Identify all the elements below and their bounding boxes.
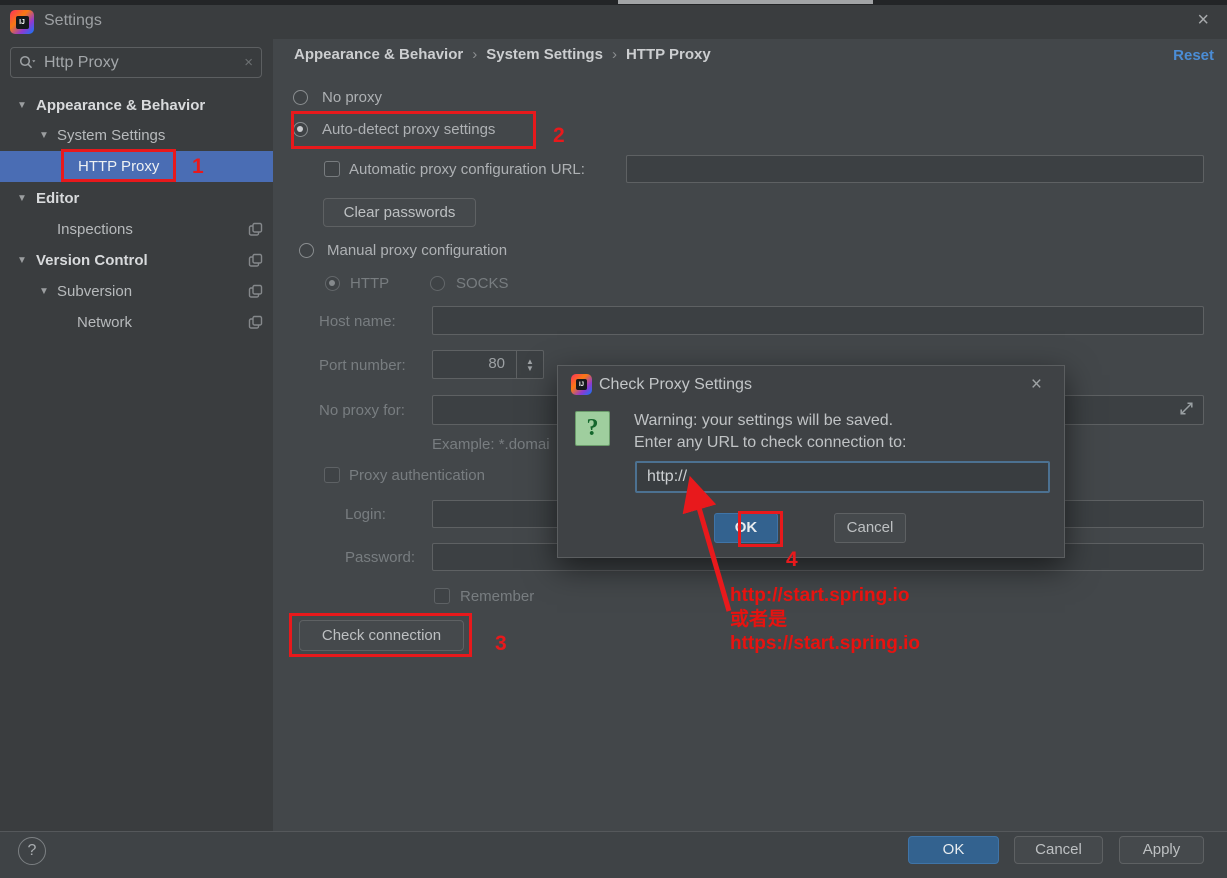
sidebar-item-label: HTTP Proxy — [78, 158, 160, 175]
settings-window: IJ Settings × Http Proxy × ▼ Appearance … — [0, 0, 1227, 878]
cancel-button[interactable]: Cancel — [1014, 836, 1103, 864]
dialog-close-icon[interactable]: × — [1031, 374, 1042, 396]
password-label: Password: — [345, 549, 416, 566]
breadcrumb-separator: › — [611, 46, 617, 63]
dialog-cancel-button[interactable]: Cancel — [834, 513, 906, 543]
window-title: Settings — [44, 12, 102, 29]
http-label: HTTP — [350, 275, 390, 292]
check-connection-button[interactable]: Check connection — [299, 620, 464, 651]
breadcrumb-http-proxy: HTTP Proxy — [625, 46, 711, 63]
proxy-auth-checkbox — [324, 467, 340, 483]
remember-checkbox — [434, 588, 450, 604]
annotation-step-2: 2 — [553, 124, 565, 147]
expand-field-icon[interactable] — [1178, 400, 1195, 417]
annotation-step-3: 3 — [495, 632, 507, 655]
annotation-note-line3: https://start.spring.io — [730, 633, 920, 654]
intellij-logo-icon: IJ — [571, 374, 592, 395]
breadcrumb: Appearance & Behavior › System Settings › HT… — [294, 46, 711, 63]
ok-button[interactable]: OK — [908, 836, 999, 864]
check-proxy-dialog: IJ Check Proxy Settings × ? Warning: you… — [557, 365, 1065, 558]
socks-radio — [430, 276, 445, 291]
search-icon — [19, 55, 36, 69]
auto-config-url-checkbox[interactable] — [324, 161, 340, 177]
remember-label: Remember — [460, 588, 535, 605]
search-match-icon — [248, 315, 263, 329]
sidebar-item-http-proxy[interactable]: HTTP Proxy — [0, 151, 273, 182]
annotation-note: http://start.spring.io 或者是 https://start… — [730, 584, 920, 656]
sidebar-item-label: Network — [77, 314, 133, 331]
settings-sidebar: Http Proxy × ▼ Appearance & Behavior ▼ S… — [0, 39, 273, 832]
sidebar-item-inspections[interactable]: Inspections — [0, 214, 273, 245]
port-number-field: 80 ▲ ▼ — [432, 350, 544, 379]
intellij-logo-icon: IJ — [10, 10, 34, 34]
http-radio — [325, 276, 340, 291]
search-input[interactable]: Http Proxy × — [10, 47, 262, 78]
no-proxy-label[interactable]: No proxy — [322, 89, 382, 106]
expand-arrow-icon[interactable]: ▼ — [17, 183, 27, 214]
breadcrumb-separator: › — [472, 46, 478, 63]
question-icon: ? — [575, 411, 610, 446]
warning-line2: Enter any URL to check connection to: — [634, 434, 907, 451]
clear-search-icon[interactable]: × — [244, 54, 253, 71]
sidebar-item-system-settings[interactable]: ▼ System Settings — [0, 120, 273, 151]
expand-arrow-icon[interactable]: ▼ — [17, 245, 27, 276]
search-match-icon — [248, 253, 263, 267]
sidebar-item-label: System Settings — [57, 127, 166, 144]
search-value: Http Proxy — [44, 53, 119, 71]
titlebar: IJ Settings × — [0, 5, 1227, 39]
annotation-note-line1: http://start.spring.io — [730, 585, 910, 606]
url-input[interactable]: http:// — [635, 461, 1050, 493]
window-close-icon[interactable]: × — [1197, 9, 1209, 32]
expand-arrow-icon[interactable]: ▼ — [17, 90, 27, 121]
port-number-label: Port number: — [319, 357, 406, 374]
expand-arrow-icon[interactable]: ▼ — [39, 276, 49, 307]
proxy-auth-label: Proxy authentication — [349, 467, 485, 484]
reset-link[interactable]: Reset — [1173, 47, 1214, 64]
sidebar-item-appearance-behavior[interactable]: ▼ Appearance & Behavior — [0, 90, 273, 121]
search-match-icon — [248, 284, 263, 298]
host-name-label: Host name: — [319, 313, 396, 330]
dialog-ok-button[interactable]: OK — [714, 513, 778, 543]
dialog-warning-text: Warning: your settings will be saved. En… — [634, 410, 906, 454]
apply-button[interactable]: Apply — [1119, 836, 1204, 864]
sidebar-item-editor[interactable]: ▼ Editor — [0, 183, 273, 214]
desktop-edge-highlight — [618, 0, 873, 4]
sidebar-item-label: Editor — [36, 190, 80, 207]
help-icon[interactable]: ? — [18, 837, 46, 865]
footer-bar: ? OK Cancel Apply — [0, 832, 1227, 878]
no-proxy-radio[interactable] — [293, 90, 308, 105]
auto-config-url-field[interactable] — [626, 155, 1204, 183]
sidebar-item-label: Inspections — [57, 221, 133, 238]
login-label: Login: — [345, 506, 386, 523]
sidebar-item-label: Subversion — [57, 283, 133, 300]
auto-config-url-label[interactable]: Automatic proxy configuration URL: — [349, 161, 585, 178]
warning-line1: Warning: your settings will be saved. — [634, 412, 894, 429]
port-stepper: ▲ ▼ — [516, 351, 543, 378]
clear-passwords-button[interactable]: Clear passwords — [323, 198, 476, 227]
manual-proxy-radio[interactable] — [299, 243, 314, 258]
socks-label: SOCKS — [456, 275, 509, 292]
auto-detect-label[interactable]: Auto-detect proxy settings — [322, 121, 495, 138]
annotation-note-line2: 或者是 — [730, 609, 788, 630]
auto-detect-radio[interactable] — [293, 122, 308, 137]
expand-arrow-icon[interactable]: ▼ — [39, 120, 49, 151]
manual-proxy-label[interactable]: Manual proxy configuration — [327, 242, 507, 259]
sidebar-item-label: Appearance & Behavior — [36, 97, 206, 114]
no-proxy-example-text: Example: *.domai — [432, 436, 550, 453]
dialog-title: Check Proxy Settings — [599, 376, 752, 393]
port-value: 80 — [488, 355, 505, 372]
stepper-down-icon: ▼ — [526, 363, 534, 373]
sidebar-item-version-control[interactable]: ▼ Version Control — [0, 245, 273, 276]
host-name-field — [432, 306, 1204, 335]
sidebar-item-subversion[interactable]: ▼ Subversion — [0, 276, 273, 307]
sidebar-item-network[interactable]: Network — [0, 307, 273, 338]
breadcrumb-appearance-behavior[interactable]: Appearance & Behavior — [294, 46, 463, 63]
sidebar-item-label: Version Control — [36, 252, 148, 269]
breadcrumb-system-settings[interactable]: System Settings — [486, 46, 603, 63]
search-match-icon — [248, 222, 263, 236]
no-proxy-for-label: No proxy for: — [319, 402, 405, 419]
